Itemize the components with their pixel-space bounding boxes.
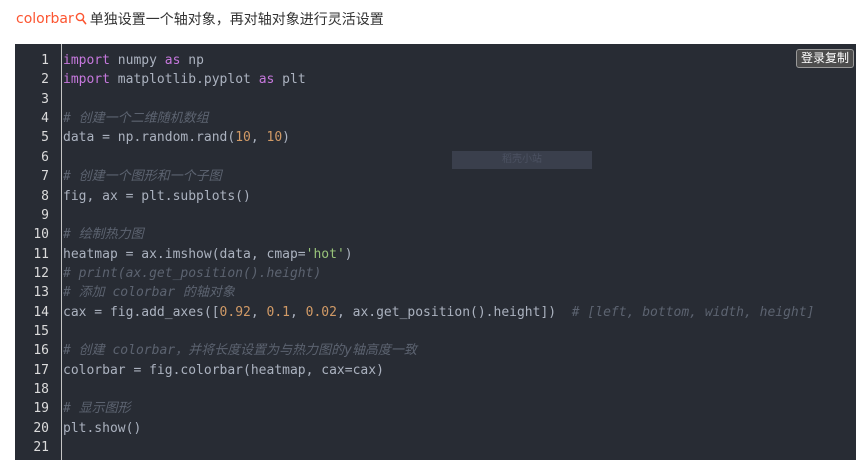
- line-number-gutter: 1 2 3 4 5 6 7 8 9 10 11 12 13 14 15 16 17 18 19 20 21: [15, 44, 62, 460]
- code-token: colorbar = fig.colorbar(heatmap, cax=cax…: [63, 362, 384, 378]
- code-line: plt.show(): [63, 419, 141, 438]
- line-number: 7: [41, 169, 49, 185]
- line-number: 8: [41, 188, 49, 204]
- keyword-link[interactable]: colorbar: [16, 11, 74, 27]
- code-token: 10: [235, 130, 251, 146]
- code-line: cax = fig.add_axes([0.92, 0.1, 0.02, ax.…: [63, 303, 814, 322]
- code-token: # print(ax.get_position().height): [63, 265, 322, 281]
- line-number: 18: [33, 382, 49, 398]
- code-token: cax = fig.add_axes([: [63, 304, 220, 320]
- line-number: 9: [41, 207, 49, 223]
- line-number: 15: [33, 324, 49, 340]
- code-line: # 创建一个二维随机数组: [63, 109, 209, 128]
- code-token: import: [63, 53, 110, 68]
- search-icon[interactable]: [75, 12, 87, 26]
- line-number: 12: [33, 265, 49, 281]
- code-token: ,: [250, 304, 267, 320]
- code-token: 10: [266, 130, 283, 146]
- line-number: 1: [41, 53, 49, 68]
- line-number: 5: [41, 130, 49, 146]
- line-number: 3: [41, 91, 49, 107]
- code-line: # print(ax.get_position().height): [63, 264, 321, 283]
- article-sentence: 单独设置一个轴对象，再对轴对象进行灵活设置: [89, 12, 384, 28]
- code-line: import numpy as np: [63, 51, 204, 70]
- line-number: 17: [33, 362, 49, 378]
- line-number: 20: [33, 420, 49, 436]
- code-line: data = np.random.rand(10, 10): [63, 128, 290, 147]
- code-line: import matplotlib.pyplot as plt: [63, 70, 306, 89]
- code-token: 'hot': [305, 246, 345, 262]
- code-token: ,: [250, 130, 267, 146]
- code-token: # 创建一个图形和一个子图: [63, 169, 222, 185]
- code-token: 0.92: [219, 304, 251, 320]
- line-number: 14: [33, 304, 49, 320]
- code-token: data = np.random.rand(: [63, 130, 236, 146]
- code-token: 0.02: [305, 304, 337, 320]
- line-number: 2: [41, 72, 49, 88]
- line-number: 13: [33, 285, 49, 301]
- code-token: plt.show(): [63, 420, 142, 436]
- code-token: # 显示图形: [63, 401, 131, 417]
- code-line: heatmap = ax.imshow(data, cmap='hot'): [63, 245, 353, 264]
- code-token: # 添加 colorbar 的轴对象: [63, 285, 235, 301]
- code-token: ): [344, 246, 353, 262]
- code-token: as: [164, 53, 181, 68]
- code-token: fig, ax = plt.subplots(): [63, 188, 251, 204]
- line-number: 16: [33, 343, 49, 359]
- line-number: 6: [41, 149, 49, 165]
- line-number: 11: [33, 246, 49, 262]
- code-line: # 添加 colorbar 的轴对象: [63, 283, 235, 302]
- line-number: 4: [41, 111, 49, 127]
- code-token: matplotlib.pyplot: [109, 72, 259, 88]
- code-token: 0.1: [266, 304, 290, 320]
- code-token: np: [180, 53, 204, 68]
- code-token: as: [258, 72, 275, 88]
- code-line: # 创建一个图形和一个子图: [63, 167, 222, 186]
- code-token: plt: [274, 72, 306, 88]
- code-block: 1 2 3 4 5 6 7 8 9 10 11 12 13 14 15 16 17 18 19 20 21 import…: [15, 44, 856, 460]
- article-text-line: colorbar 单独设置一个轴对象，再对轴对象进行灵活设置: [16, 9, 384, 29]
- watermark: 稻壳小站: [452, 151, 592, 169]
- code-token: # [left, bottom, width, height]: [571, 304, 815, 320]
- code-token: import: [63, 72, 110, 88]
- copy-button[interactable]: 登录复制: [795, 49, 854, 68]
- code-line: # 创建 colorbar，并将长度设置为与热力图的y轴高度一致: [63, 341, 417, 360]
- line-number: 19: [33, 401, 49, 417]
- code-token: numpy: [109, 53, 165, 68]
- code-token: heatmap = ax.imshow(data, cmap=: [63, 246, 306, 262]
- line-number: 21: [33, 440, 49, 456]
- code-line: fig, ax = plt.subplots(): [63, 187, 251, 206]
- code-token: ): [282, 130, 290, 146]
- code-token: # 创建一个二维随机数组: [63, 111, 209, 127]
- code-token: , ax.get_position().height]): [336, 304, 572, 320]
- code-token: ,: [290, 304, 306, 320]
- code-content[interactable]: import numpy as np import matplotlib.pypl…: [63, 44, 856, 460]
- line-number: 10: [33, 227, 49, 243]
- code-line: colorbar = fig.colorbar(heatmap, cax=cax…: [63, 361, 384, 380]
- code-line: # 显示图形: [63, 399, 131, 418]
- code-token: # 绘制热力图: [63, 227, 144, 243]
- code-token: # 创建 colorbar，并将长度设置为与热力图的y轴高度一致: [63, 343, 417, 359]
- code-line: # 绘制热力图: [63, 225, 144, 244]
